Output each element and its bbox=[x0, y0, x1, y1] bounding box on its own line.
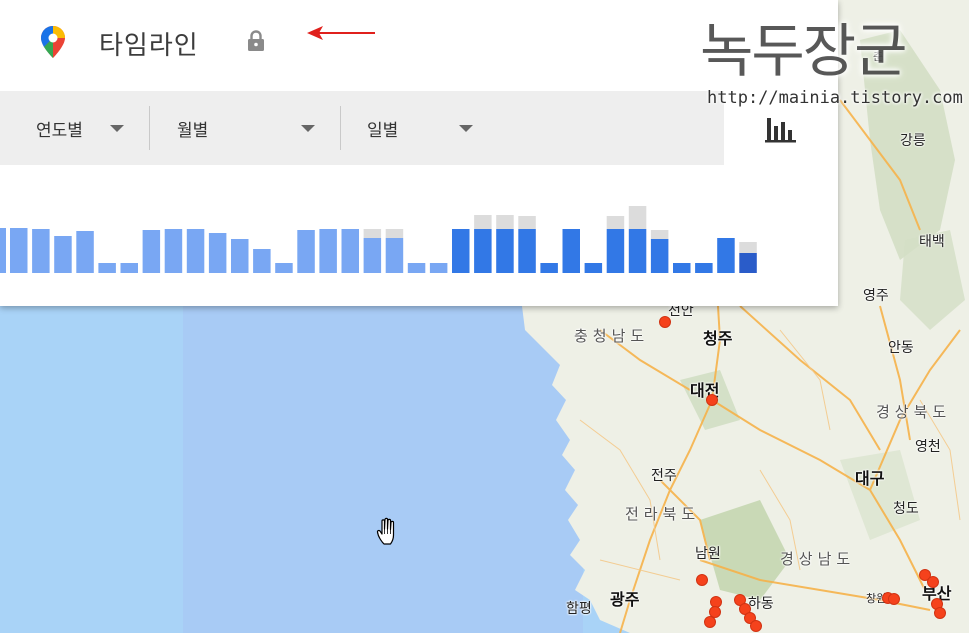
map-label-taebaek: 태백 bbox=[919, 234, 945, 250]
timeline-bar[interactable] bbox=[275, 263, 293, 273]
timeline-bar[interactable] bbox=[452, 229, 470, 273]
timeline-bar-cap bbox=[606, 216, 625, 229]
timeline-bar[interactable] bbox=[407, 263, 426, 273]
map-label-namwon: 남원 bbox=[695, 546, 721, 562]
timeline-bar[interactable] bbox=[76, 231, 94, 273]
timeline-bar-chart bbox=[0, 206, 757, 273]
timeline-bar[interactable] bbox=[363, 238, 382, 273]
timeline-bar[interactable] bbox=[606, 229, 625, 273]
map-label-chungnam: 충청남도 bbox=[574, 327, 650, 345]
filter-year-label: 연도별 bbox=[36, 120, 83, 141]
timeline-bar-cap bbox=[496, 215, 514, 229]
timeline-bar[interactable] bbox=[673, 263, 691, 273]
google-maps-pin-icon bbox=[41, 26, 65, 58]
timeline-bar[interactable] bbox=[739, 253, 757, 273]
chevron-down-icon bbox=[301, 125, 315, 132]
timeline-bar[interactable] bbox=[341, 229, 360, 273]
timeline-bar[interactable] bbox=[231, 239, 249, 273]
filter-year-dropdown[interactable]: 연도별 bbox=[36, 91, 136, 165]
page-title: 타임라인 bbox=[99, 31, 199, 61]
map-label-hadong: 하동 bbox=[748, 596, 774, 612]
timeline-bar[interactable] bbox=[164, 229, 183, 273]
filter-month-dropdown[interactable]: 월별 bbox=[177, 91, 327, 165]
filter-day-label: 일별 bbox=[367, 120, 399, 141]
timeline-bar[interactable] bbox=[120, 263, 139, 273]
watermark-url: http://mainia.tistory.com bbox=[707, 88, 963, 108]
map-label-cheongju: 청주 bbox=[703, 329, 733, 348]
timeline-bar[interactable] bbox=[297, 230, 315, 273]
map-label-jeonbuk: 전라북도 bbox=[625, 505, 701, 523]
timeline-bar[interactable] bbox=[429, 263, 448, 273]
filter-divider bbox=[149, 106, 150, 150]
timeline-bar-cap bbox=[518, 216, 536, 229]
timeline-bar[interactable] bbox=[98, 263, 116, 273]
timeline-bar[interactable] bbox=[54, 236, 72, 273]
map-label-daegu: 대구 bbox=[855, 469, 885, 488]
map-label-gyeongnam: 경상남도 bbox=[780, 550, 856, 568]
map-label-hampyeong: 함평 bbox=[566, 601, 592, 617]
timeline-bar[interactable] bbox=[319, 229, 337, 273]
lock-icon bbox=[248, 30, 264, 51]
map-label-gangneung: 강릉 bbox=[900, 133, 926, 149]
bar-chart-icon[interactable] bbox=[764, 114, 798, 144]
timeline-bar[interactable] bbox=[540, 263, 558, 273]
timeline-bar-cap bbox=[474, 215, 492, 229]
filter-divider bbox=[340, 106, 341, 150]
filter-day-dropdown[interactable]: 일별 bbox=[367, 91, 487, 165]
chevron-down-icon bbox=[110, 125, 124, 132]
timeline-bar[interactable] bbox=[628, 229, 647, 273]
timeline-bar[interactable] bbox=[650, 239, 669, 273]
hand-cursor-icon bbox=[376, 517, 395, 545]
location-marker[interactable] bbox=[927, 576, 939, 588]
watermark-text: 녹두장군 bbox=[700, 17, 907, 85]
map-label-jeonju: 전주 bbox=[651, 468, 677, 484]
timeline-bar[interactable] bbox=[562, 229, 581, 273]
timeline-bar-cap bbox=[650, 230, 669, 239]
location-marker[interactable] bbox=[696, 574, 708, 586]
timeline-bar[interactable] bbox=[695, 263, 713, 273]
chevron-down-icon bbox=[459, 125, 473, 132]
red-arrow-annotation bbox=[307, 26, 375, 40]
location-marker[interactable] bbox=[704, 616, 716, 628]
timeline-bar[interactable] bbox=[385, 238, 404, 273]
timeline-bar[interactable] bbox=[496, 229, 514, 273]
date-filter-bar: 연도별 월별 일별 bbox=[0, 91, 724, 165]
map-label-gyeongbuk: 경상북도 bbox=[876, 403, 952, 421]
timeline-bar[interactable] bbox=[253, 249, 271, 273]
map-label-yeongcheon: 영천 bbox=[915, 439, 941, 455]
timeline-bar-cap bbox=[739, 242, 757, 253]
timeline-bar[interactable] bbox=[186, 229, 205, 273]
timeline-bar-cap bbox=[363, 229, 382, 238]
timeline-bar-cap bbox=[385, 229, 404, 238]
timeline-bar[interactable] bbox=[208, 233, 227, 273]
map-label-yeongju: 영주 bbox=[863, 288, 889, 304]
location-marker[interactable] bbox=[706, 394, 718, 406]
filter-month-label: 월별 bbox=[177, 120, 209, 141]
location-marker[interactable] bbox=[659, 316, 671, 328]
map-label-cheongdo: 청도 bbox=[893, 501, 919, 517]
timeline-bar[interactable] bbox=[584, 263, 603, 273]
timeline-bar[interactable] bbox=[474, 229, 492, 273]
timeline-bar[interactable] bbox=[518, 229, 536, 273]
timeline-bar[interactable] bbox=[717, 238, 735, 273]
timeline-bar[interactable] bbox=[0, 228, 6, 273]
timeline-bar[interactable] bbox=[10, 228, 28, 273]
map-label-gwangju: 광주 bbox=[610, 590, 640, 609]
location-marker[interactable] bbox=[750, 620, 762, 632]
timeline-bar[interactable] bbox=[32, 229, 50, 273]
timeline-bar[interactable] bbox=[142, 230, 161, 273]
map-label-andong: 안동 bbox=[888, 340, 914, 356]
location-marker[interactable] bbox=[934, 607, 946, 619]
timeline-bar-cap bbox=[628, 206, 647, 229]
location-marker[interactable] bbox=[888, 593, 900, 605]
